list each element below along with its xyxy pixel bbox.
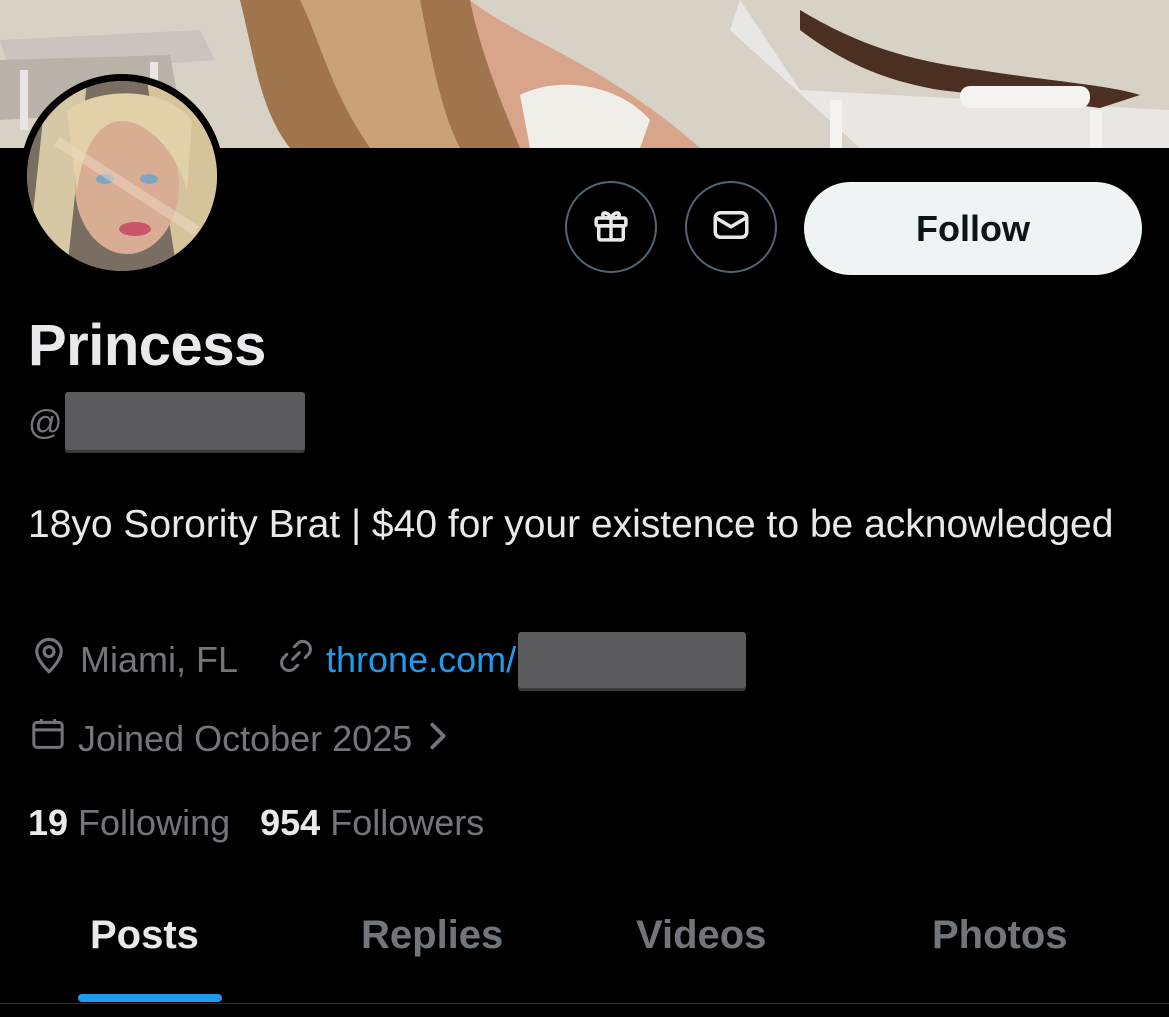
gift-icon: [590, 204, 632, 251]
calendar-icon: [28, 714, 78, 763]
followers-label: Followers: [330, 802, 485, 843]
tab-photos[interactable]: Photos: [932, 913, 1068, 958]
website-link[interactable]: throne.com/: [326, 639, 516, 681]
avatar-photo: [27, 81, 217, 271]
following-stat[interactable]: 19 Following: [28, 802, 230, 844]
link-icon: [276, 636, 326, 685]
following-label: Following: [78, 802, 231, 843]
profile-joined-row[interactable]: Joined October 2025: [28, 714, 460, 763]
location-text: Miami, FL: [80, 639, 239, 680]
following-count: 19: [28, 802, 69, 843]
chevron-right-icon: [426, 718, 460, 760]
followers-stat[interactable]: 954 Followers: [260, 802, 484, 844]
active-tab-indicator: [78, 994, 222, 1002]
joined-text: Joined October 2025: [78, 717, 413, 759]
tabs-divider: [0, 1003, 1169, 1004]
profile-avatar[interactable]: [20, 74, 224, 278]
tab-replies[interactable]: Replies: [361, 913, 503, 958]
followers-count: 954: [260, 802, 321, 843]
redacted-handle: [64, 392, 305, 450]
profile-handle: @: [28, 392, 305, 450]
tab-videos[interactable]: Videos: [636, 913, 766, 958]
profile-tabs: Posts Replies Videos Photos: [0, 895, 1169, 1003]
profile-meta-row: Miami, FL throne.com/: [28, 632, 747, 688]
redacted-link: [518, 632, 747, 688]
profile-page: Follow Princess @ 18yo Sorority Brat | $…: [0, 0, 1169, 1017]
profile-joined[interactable]: Joined October 2025: [28, 714, 460, 763]
location-pin-icon: [28, 635, 80, 686]
profile-name: Princess: [28, 313, 266, 378]
profile-stats: 19 Following 954 Followers: [28, 802, 514, 844]
profile-location: Miami, FL: [28, 635, 238, 686]
gift-button[interactable]: [565, 181, 657, 273]
follow-button[interactable]: Follow: [804, 182, 1142, 275]
profile-website[interactable]: throne.com/: [276, 632, 747, 688]
envelope-icon: [710, 204, 752, 251]
handle-prefix: @: [28, 403, 63, 442]
tab-posts[interactable]: Posts: [90, 913, 199, 958]
message-button[interactable]: [685, 181, 777, 273]
profile-bio: 18yo Sorority Brat | $40 for your existe…: [28, 503, 1114, 546]
